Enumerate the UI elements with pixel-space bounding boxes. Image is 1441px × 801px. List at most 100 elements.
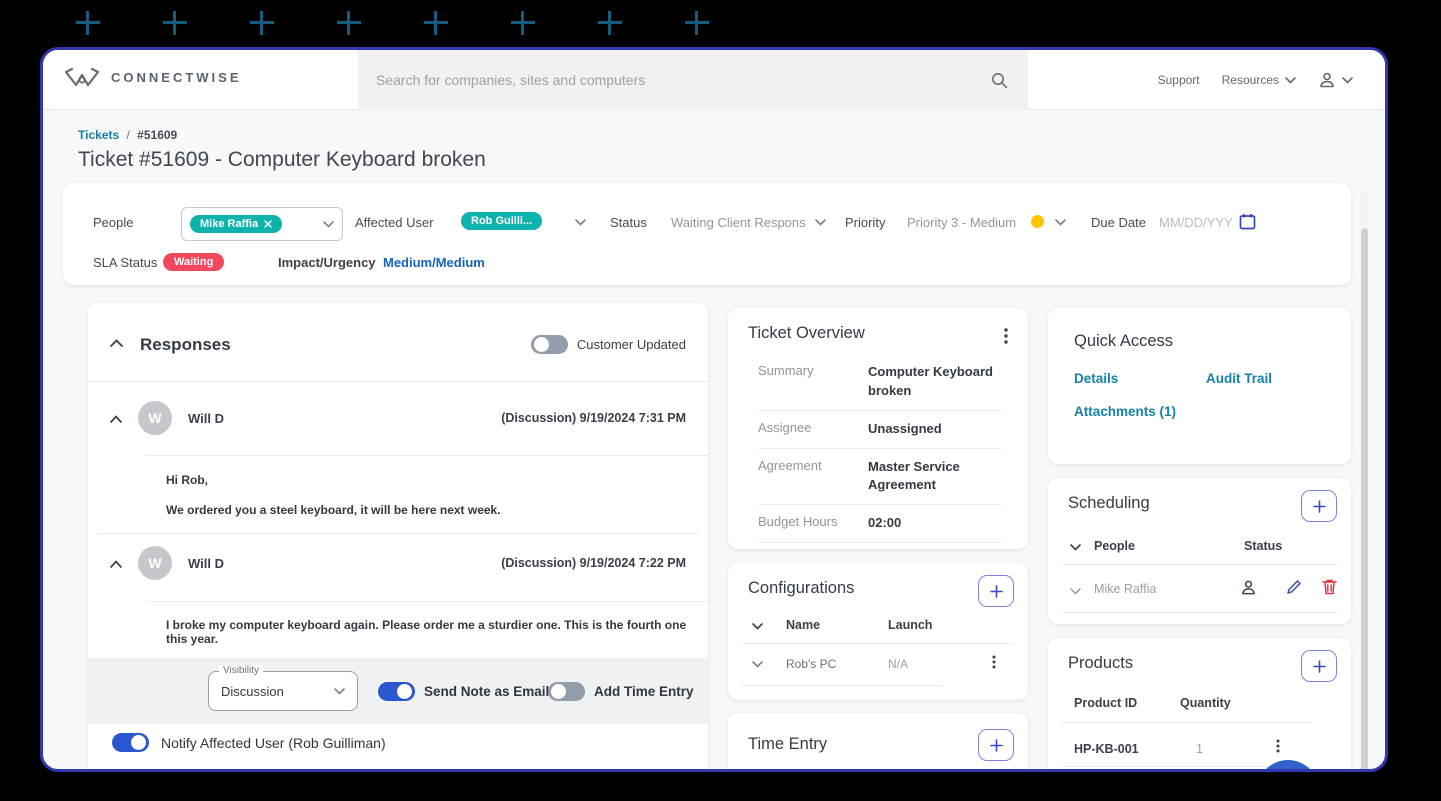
ticket-overview-card: Ticket Overview Summary Computer Keyboar…	[728, 308, 1028, 549]
chevron-down-icon[interactable]	[1055, 219, 1066, 226]
details-link[interactable]: Details	[1074, 371, 1118, 386]
add-configuration-button[interactable]	[978, 575, 1014, 607]
products-card: Products Product ID Quantity HP-KB-001 1	[1048, 638, 1351, 769]
edit-pencil-icon[interactable]	[1286, 579, 1302, 595]
notify-toggle[interactable]	[112, 733, 149, 752]
chevron-down-icon[interactable]	[1070, 588, 1081, 595]
chevron-down-icon[interactable]	[752, 661, 763, 668]
configurations-card: Configurations Name Launch Rob's PC N/A	[728, 563, 1028, 700]
top-header: CONNECTWISE Support Resources	[43, 50, 1385, 110]
ticket-overview-title: Ticket Overview	[748, 324, 865, 342]
add-time-control: Add Time Entry	[548, 682, 694, 701]
ticket-overview-rows: Summary Computer Keyboard broken Assigne…	[758, 354, 1002, 544]
header-nav: Support Resources	[1158, 50, 1353, 110]
notify-affected-user-control: Notify Affected User (Rob Guilliman)	[112, 733, 386, 752]
avatar: W	[138, 401, 172, 435]
support-link[interactable]: Support	[1158, 73, 1200, 87]
audit-trail-link[interactable]: Audit Trail	[1206, 371, 1272, 386]
collapse-chevron-up-icon[interactable]	[110, 560, 122, 568]
send-note-label: Send Note as Email	[424, 684, 550, 699]
kebab-menu-icon[interactable]	[1004, 328, 1008, 344]
people-select[interactable]: Mike Raffia	[181, 207, 343, 241]
customer-updated-control: Customer Updated	[530, 335, 686, 354]
user-menu[interactable]	[1318, 71, 1353, 89]
entry-meta: (Discussion) 9/19/2024 7:22 PM	[501, 556, 686, 570]
collapse-chevron-up-icon[interactable]	[110, 339, 123, 347]
chevron-down-icon[interactable]	[575, 219, 586, 226]
customer-updated-label: Customer Updated	[576, 337, 686, 352]
plus-icon	[989, 584, 1003, 598]
chevron-down-icon[interactable]	[815, 219, 826, 226]
connectwise-logo-icon	[64, 67, 100, 87]
affected-user-label: Affected User	[355, 215, 434, 230]
note-text-input[interactable]	[193, 771, 663, 772]
collapse-chevron-up-icon[interactable]	[110, 415, 122, 423]
visibility-label: Visibility	[219, 665, 263, 676]
products-col-qty: Quantity	[1180, 696, 1231, 710]
overview-row: Summary Computer Keyboard broken	[758, 354, 1002, 411]
decor-plus-icon	[424, 11, 448, 35]
add-product-button[interactable]	[1301, 650, 1337, 682]
entry-meta: (Discussion) 9/19/2024 7:31 PM	[501, 411, 686, 425]
plus-icon	[1312, 659, 1326, 673]
priority-dot	[1031, 215, 1044, 228]
calendar-icon[interactable]	[1239, 213, 1256, 230]
status-value[interactable]: Waiting Client Respons	[671, 215, 806, 230]
chevron-down-icon	[334, 687, 345, 695]
breadcrumb-current: #51609	[137, 128, 178, 142]
note-composer: Visibility Discussion Send Note as Email…	[88, 658, 708, 724]
priority-label: Priority	[845, 215, 886, 230]
scrollbar-thumb[interactable]	[1361, 228, 1368, 769]
sla-status-badge: Waiting	[163, 253, 225, 271]
people-chip[interactable]: Mike Raffia	[190, 215, 283, 233]
search-icon[interactable]	[991, 72, 1008, 89]
impact-urgency-label: Impact/Urgency	[278, 255, 376, 270]
priority-value[interactable]: Priority 3 - Medium	[907, 215, 1016, 230]
configuration-name[interactable]: Rob's PC	[786, 657, 836, 671]
chevron-down-icon	[1285, 76, 1296, 84]
decor-plus-icon	[163, 11, 187, 35]
kebab-menu-icon[interactable]	[1276, 739, 1280, 753]
configuration-launch: N/A	[888, 657, 909, 671]
visibility-value: Discussion	[221, 683, 284, 699]
decor-plus-icon	[685, 11, 709, 35]
kebab-menu-icon[interactable]	[992, 655, 996, 669]
resources-menu[interactable]: Resources	[1222, 73, 1296, 87]
quick-access-card: Quick Access Details Audit Trail Attachm…	[1048, 308, 1351, 464]
chevron-down-icon[interactable]	[752, 623, 763, 630]
add-time-label: Add Time Entry	[594, 684, 694, 699]
chevron-down-icon	[323, 220, 334, 228]
assign-user-icon[interactable]	[1240, 579, 1257, 596]
due-date-label: Due Date	[1091, 215, 1146, 230]
chip-remove-icon[interactable]	[264, 220, 272, 228]
chevron-down-icon[interactable]	[1070, 544, 1081, 551]
decor-plus-icon	[337, 11, 361, 35]
add-schedule-button[interactable]	[1301, 490, 1337, 522]
configurations-title: Configurations	[748, 579, 855, 597]
entry-author: Will D	[188, 411, 224, 426]
add-time-entry-button[interactable]	[978, 729, 1014, 761]
decor-plus-icon	[511, 11, 535, 35]
fields-row-1: People Mike Raffia Affected User Rob Gui…	[93, 207, 1323, 241]
page-scrollbar[interactable]	[1361, 188, 1368, 769]
status-label: Status	[610, 215, 647, 230]
visibility-select[interactable]: Visibility Discussion	[208, 665, 358, 711]
decor-plus-icon	[76, 11, 100, 35]
delete-trash-icon[interactable]	[1322, 578, 1337, 595]
attachments-link[interactable]: Attachments (1)	[1074, 404, 1176, 419]
scheduling-col-status: Status	[1244, 539, 1283, 553]
customer-updated-toggle[interactable]	[530, 335, 568, 354]
decor-plus-icon	[598, 11, 622, 35]
desktop-background: CONNECTWISE Support Resources	[0, 0, 1441, 801]
app-window: CONNECTWISE Support Resources	[40, 47, 1388, 772]
overview-row: Assignee Unassigned	[758, 411, 1002, 449]
impact-urgency-value: Medium/Medium	[383, 255, 485, 270]
send-note-toggle[interactable]	[378, 682, 415, 701]
breadcrumb-tickets-link[interactable]: Tickets	[78, 128, 119, 142]
due-date-input[interactable]: MM/DD/YYY	[1159, 215, 1233, 230]
quick-access-title: Quick Access	[1074, 332, 1174, 350]
affected-user-chip[interactable]: Rob Guilli...	[461, 212, 543, 230]
search-input[interactable]	[358, 72, 991, 88]
overview-row: Agreement Master Service Agreement	[758, 449, 1002, 506]
add-time-toggle[interactable]	[548, 682, 585, 701]
